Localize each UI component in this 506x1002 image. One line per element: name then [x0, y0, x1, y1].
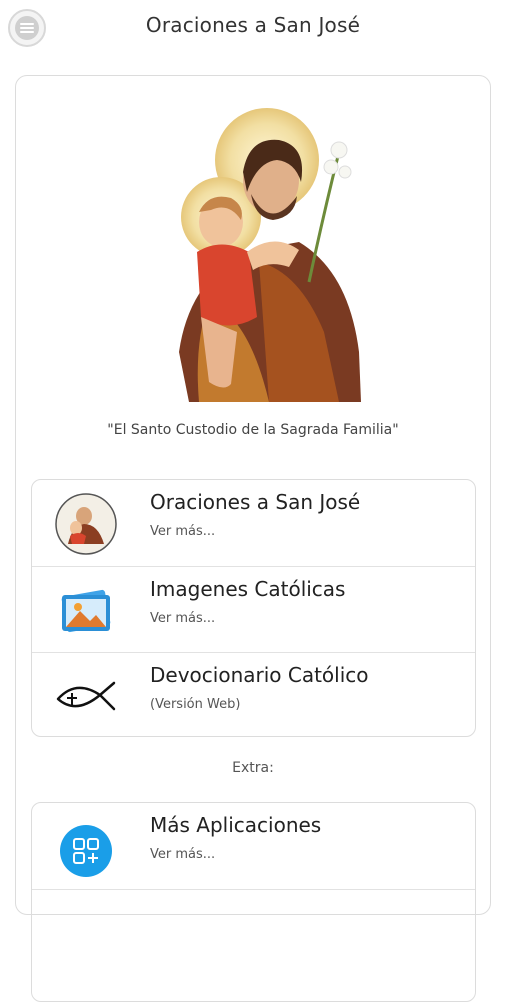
apps-grid-icon [54, 815, 118, 879]
extra-section-label: Extra: [232, 760, 274, 776]
list-item-partial[interactable] [32, 889, 475, 976]
extra-links-list: Más Aplicaciones Ver más... [31, 802, 476, 1002]
main-card: "El Santo Custodio de la Sagrada Familia… [15, 75, 491, 1002]
list-item-mas-aplicaciones[interactable]: Más Aplicaciones Ver más... [32, 803, 475, 889]
list-item-oraciones[interactable]: Oraciones a San José Ver más... [32, 480, 475, 566]
app-header: Oraciones a San José [0, 0, 506, 56]
page-title: Oraciones a San José [145, 13, 361, 37]
list-item-sub: Ver más... [150, 847, 216, 862]
list-item-sub: (Versión Web) [150, 697, 241, 712]
image-gallery-icon [54, 579, 118, 643]
hero-caption: "El Santo Custodio de la Sagrada Familia… [107, 422, 399, 438]
saint-joseph-medallion-icon [54, 492, 118, 556]
list-item-sub: Ver más... [150, 611, 216, 626]
list-item-label: Oraciones a San José [150, 490, 361, 514]
list-item-sub: Ver más... [150, 524, 216, 539]
main-links-list: Oraciones a San José Ver más... Imagenes… [31, 479, 476, 737]
list-item-label: Más Aplicaciones [150, 813, 322, 837]
ichthys-fish-icon [54, 665, 118, 729]
saint-joseph-with-child-jesus-image [179, 108, 361, 402]
list-item-label: Imagenes Católicas [150, 577, 346, 601]
list-item-devocionario[interactable]: Devocionario Católico (Versión Web) [32, 652, 475, 736]
list-item-label: Devocionario Católico [150, 663, 369, 687]
list-item-imagenes[interactable]: Imagenes Católicas Ver más... [32, 566, 475, 653]
